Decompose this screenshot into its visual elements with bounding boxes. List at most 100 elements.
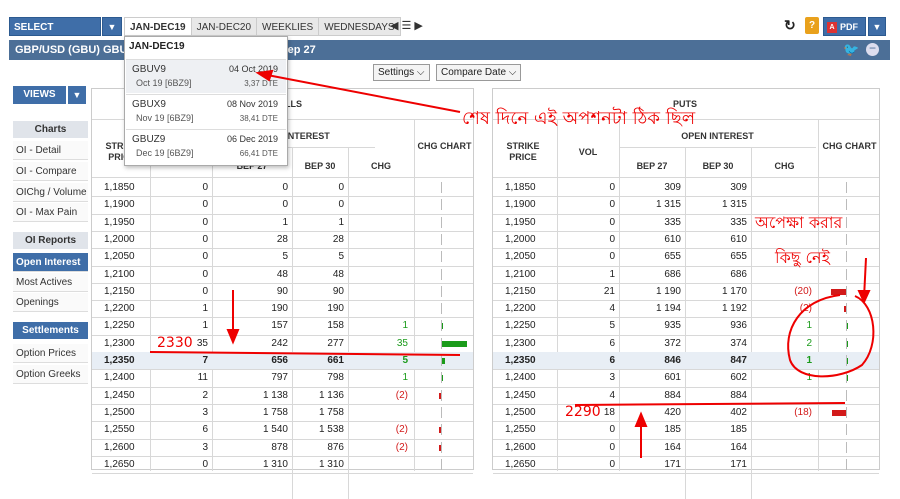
puts-cell-chg (751, 456, 812, 473)
sidebar-item-option-prices[interactable]: Option Prices (13, 344, 88, 363)
calls-cell-chg (348, 179, 408, 196)
puts-cell-bep27: 1 315 (655, 199, 681, 211)
sidebar-item-most-actives[interactable]: Most Actives (13, 273, 88, 292)
puts-chg-axis (846, 458, 847, 470)
chevron-down-icon[interactable]: ▼ (68, 86, 86, 104)
calls-row-line (92, 473, 473, 475)
help-icon[interactable]: ? (805, 17, 819, 34)
sidebar-item-openings[interactable]: Openings (13, 293, 88, 312)
calls-cell-bep30: 0 (338, 199, 344, 211)
puts-cell-vol: 4 (609, 303, 615, 315)
sidebar-item-oi-detail[interactable]: OI - Detail (13, 141, 88, 160)
puts-cell-bep30: 1 192 (721, 303, 747, 315)
chevron-down-icon[interactable]: ▼ (868, 17, 886, 36)
puts-header-bep27: BEP 27 (636, 161, 668, 171)
tab-weeklies[interactable]: WEEKLIES (257, 17, 320, 36)
views-button[interactable]: VIEWS (13, 86, 66, 104)
dropdown-item-date: 06 Dec 2019 (226, 134, 278, 144)
refresh-icon[interactable]: ↻ (784, 17, 796, 34)
calls-cell-bep27: 1 758 (262, 406, 288, 418)
dropdown-item-dte: 38,41 DTE (239, 114, 278, 123)
puts-cell-strike: 1,2600 (505, 441, 536, 453)
puts-cell-chg: 1 (806, 355, 812, 366)
calls-cell-vol: 1 (202, 303, 208, 315)
settings-button[interactable]: Settings ⌵ (373, 64, 430, 81)
tab-jan-dec20[interactable]: JAN-DEC20 (191, 17, 258, 36)
dropdown-item[interactable]: GBUV9 04 Oct 2019 Oct 19 [6BZ9] 3,37 DTE (126, 59, 286, 93)
tab-scroll-icon[interactable]: ◀ ☰ ▶ (390, 17, 424, 36)
calls-cell-strike: 1,2400 (104, 372, 135, 384)
calls-chg-axis (441, 320, 442, 332)
calls-chg-axis (441, 355, 442, 366)
dropdown-item-sub: Oct 19 [6BZ9] (136, 78, 192, 88)
sidebar-item-oi-compare[interactable]: OI - Compare (13, 162, 88, 181)
tab-jan-dec19[interactable]: JAN-DEC19 (124, 17, 192, 36)
puts-cell-vol: 1 (609, 268, 615, 280)
sidebar-item-oi-max-pain[interactable]: OI - Max Pain (13, 203, 88, 222)
calls-cell-vol: 0 (202, 285, 208, 297)
puts-cell-strike: 1,2150 (505, 285, 536, 297)
sidebar-item-oichg-volume[interactable]: OIChg / Volume (13, 183, 88, 202)
puts-cell-vol: 0 (609, 458, 615, 470)
calls-cell-strike: 1,2200 (104, 303, 135, 315)
puts-cell-bep30: 1 170 (721, 285, 747, 297)
calls-cell-bep27: 0 (282, 182, 288, 193)
puts-cell-vol: 5 (609, 320, 615, 332)
calls-cell-bep30: 661 (327, 355, 344, 366)
puts-cell-strike: 1,2100 (505, 268, 536, 280)
puts-cell-bep27: 309 (664, 182, 681, 193)
puts-cell-bep27: 372 (664, 337, 681, 349)
puts-cell-bep30: 185 (730, 424, 747, 436)
puts-chg-bar (831, 288, 846, 295)
calls-cell-strike: 1,2500 (104, 406, 135, 418)
puts-cell-chg: (2) (799, 303, 812, 315)
puts-cell-vol: 0 (609, 216, 615, 228)
puts-chg-axis (846, 199, 847, 211)
select-product-button[interactable]: SELECT PRODUCT (9, 17, 101, 52)
sidebar-item-option-greeks[interactable]: Option Greeks (13, 365, 88, 384)
puts-cell-strike: 1,2200 (505, 303, 536, 315)
puts-cell-chg: 2 (806, 337, 812, 349)
calls-cell-vol: 3 (202, 406, 208, 418)
calls-cell-strike: 1,2300 (104, 337, 135, 349)
puts-cell-bep27: 1 190 (655, 285, 681, 297)
calls-cell-chg (348, 231, 408, 248)
calls-cell-bep27: 1 310 (262, 458, 288, 470)
calls-cell-bep27: 878 (271, 441, 288, 453)
calls-chg-axis (441, 199, 442, 211)
calls-chg-axis (441, 251, 442, 263)
dropdown-item[interactable]: GBUZ9 06 Dec 2019 Dec 19 [6BZ9] 66,41 DTE (126, 129, 286, 163)
calls-cell-vol: 0 (202, 268, 208, 280)
puts-chg-axis (846, 424, 847, 436)
puts-chg-axis (846, 303, 847, 315)
puts-cell-strike: 1,1850 (505, 182, 536, 193)
calls-cell-strike: 1,2600 (104, 441, 135, 453)
calls-cell-chg: 35 (396, 337, 408, 349)
puts-header-bottom-line (493, 177, 879, 178)
calls-chg-axis (441, 182, 442, 193)
dropdown-item[interactable]: GBUX9 08 Nov 2019 Nov 19 [6BZ9] 38,41 DTE (126, 94, 286, 128)
puts-cell-vol: 4 (609, 389, 615, 401)
chevron-down-icon[interactable]: ▼ (102, 17, 122, 36)
pdf-button[interactable]: A PDF (823, 17, 866, 36)
calls-cell-vol: 0 (202, 182, 208, 193)
collapse-icon[interactable]: − (866, 42, 879, 56)
calls-cell-bep27: 28 (276, 233, 288, 245)
calls-cell-chg: 1 (402, 320, 408, 332)
sidebar-item-open-interest[interactable]: Open Interest (13, 253, 88, 272)
puts-cell-vol: 21 (603, 285, 615, 297)
puts-cell-strike: 1,2300 (505, 337, 536, 349)
calls-cell-chg: 5 (402, 355, 408, 366)
calls-chg-axis (441, 216, 442, 228)
calls-cell-bep30: 1 136 (318, 389, 344, 401)
calls-cell-vol: 0 (202, 199, 208, 211)
calls-cell-strike: 1,2050 (104, 251, 135, 263)
puts-cell-bep27: 686 (664, 268, 681, 280)
calls-cell-bep30: 277 (327, 337, 344, 349)
twitter-icon[interactable]: 🐦 (843, 42, 859, 58)
compare-date-button[interactable]: Compare Date ⌵ (436, 64, 522, 81)
calls-chg-axis (441, 441, 442, 453)
tab-wednesdays[interactable]: WEDNESDAYS (319, 17, 401, 36)
calls-cell-bep30: 1 310 (318, 458, 344, 470)
puts-cell-vol: 3 (609, 372, 615, 384)
